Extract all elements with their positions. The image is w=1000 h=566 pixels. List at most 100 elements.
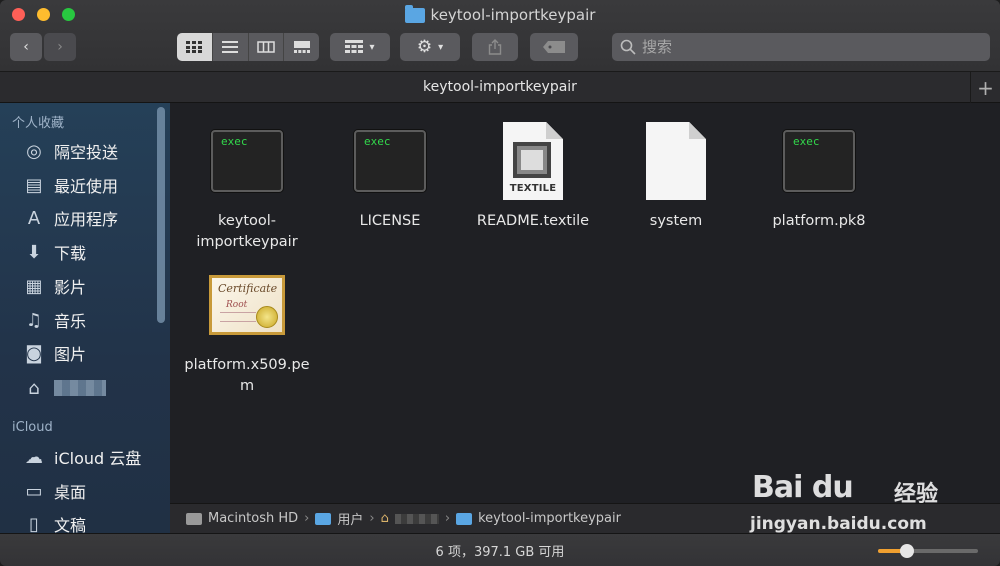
sidebar-item-pictures[interactable]: ◙ 图片	[22, 338, 158, 368]
file-name: system	[649, 213, 703, 229]
exec-file-icon: exec	[352, 121, 428, 201]
exec-file-icon: exec	[781, 121, 857, 201]
folder-icon	[456, 512, 473, 525]
plus-icon: +	[977, 75, 994, 100]
redacted-username[interactable]	[394, 513, 439, 524]
sidebar-item-icloud-drive[interactable]: ☁ iCloud 云盘	[22, 442, 158, 472]
sidebar-item-user-home[interactable]: ⌂	[22, 373, 158, 403]
sidebar-item-label: 图片	[54, 345, 87, 364]
watermark-cn: 经验	[894, 482, 939, 507]
movies-icon: ▦	[25, 275, 43, 297]
baidu-watermark: Bai du 经验 jingyan.baidu.com	[744, 462, 964, 542]
sidebar-item-downloads[interactable]: ⬇ 下载	[22, 237, 158, 267]
sidebar-item-label: 音乐	[54, 312, 87, 331]
gallery-view-button[interactable]	[284, 33, 319, 61]
exec-badge: exec	[221, 135, 248, 148]
chevron-down-icon: ▾	[369, 41, 375, 53]
textile-badge: TEXTILE	[509, 183, 557, 194]
documents-icon: ▯	[29, 513, 39, 534]
sidebar-item-label: 最近使用	[54, 177, 119, 196]
blank-document-icon	[638, 121, 714, 201]
status-summary: 6 项，397.1 GB 可用	[435, 544, 565, 560]
list-icon	[222, 41, 239, 53]
search-input[interactable]	[642, 38, 962, 56]
textile-document-icon: TEXTILE	[495, 121, 571, 201]
share-icon	[488, 39, 502, 55]
home-icon: ⌂	[380, 511, 389, 526]
chevron-down-icon: ▾	[438, 41, 444, 53]
path-item-current-folder[interactable]: keytool-importkeypair	[478, 511, 621, 526]
icon-size-slider[interactable]	[878, 544, 978, 558]
path-item-users[interactable]: 用户	[337, 509, 363, 528]
file-item[interactable]: exec keytool- importkeypair	[176, 121, 318, 253]
sidebar-item-recents[interactable]: ▤ 最近使用	[22, 170, 158, 200]
sidebar-item-label: 隔空投送	[54, 143, 119, 162]
certificate-subtitle: Root	[226, 300, 248, 310]
tag-icon	[543, 41, 565, 53]
file-item[interactable]: exec LICENSE	[319, 121, 461, 232]
path-separator: ›	[444, 511, 451, 526]
window-title-text: keytool-importkeypair	[430, 6, 596, 24]
columns-icon	[257, 41, 275, 53]
hard-drive-icon	[186, 512, 202, 525]
chevron-left-icon: ‹	[23, 39, 29, 55]
sidebar-item-desktop[interactable]: ▭ 桌面	[22, 476, 158, 506]
sidebar-item-movies[interactable]: ▦ 影片	[22, 271, 158, 301]
icloud-drive-icon: ☁	[25, 446, 43, 468]
file-item[interactable]: TEXTILE README.textile	[462, 121, 604, 232]
sidebar-item-applications[interactable]: A 应用程序	[22, 203, 158, 233]
pictures-icon: ◙	[25, 342, 43, 364]
certificate-icon: Certificate Root	[209, 265, 285, 345]
sidebar-item-airdrop[interactable]: ◎ 隔空投送	[22, 136, 158, 166]
list-view-button[interactable]	[213, 33, 249, 61]
tab-bar: keytool-importkeypair +	[0, 72, 1000, 103]
folder-icon	[404, 4, 425, 23]
file-name: README.textile	[476, 213, 590, 229]
file-item[interactable]: system	[605, 121, 747, 232]
sidebar-item-music[interactable]: ♫ 音乐	[22, 305, 158, 335]
file-item[interactable]: exec platform.pk8	[748, 121, 890, 232]
tab-keytool-importkeypair[interactable]: keytool-importkeypair	[423, 79, 577, 95]
exec-badge: exec	[793, 135, 820, 148]
sidebar-item-label: iCloud 云盘	[54, 449, 142, 468]
sidebar: 个人收藏 ◎ 隔空投送 ▤ 最近使用 A 应用程序 ⬇ 下载 ▦ 影片 ♫ 音乐…	[0, 103, 170, 533]
grid-icon	[186, 41, 203, 53]
seal-icon	[256, 306, 278, 328]
path-item-macintosh-hd[interactable]: Macintosh HD	[208, 511, 298, 526]
file-name: LICENSE	[359, 213, 421, 229]
sidebar-item-label: 下载	[54, 244, 87, 263]
file-name: platform.x509.pe m	[184, 357, 310, 394]
view-mode-group	[177, 33, 319, 61]
sidebar-item-label: 影片	[54, 278, 87, 297]
home-icon: ⌂	[28, 377, 40, 399]
sidebar-item-documents[interactable]: ▯ 文稿	[22, 509, 158, 534]
airdrop-icon: ◎	[26, 140, 42, 162]
sidebar-section-icloud: iCloud	[12, 420, 53, 435]
gear-icon: ⚙	[416, 37, 433, 57]
sidebar-scrollbar[interactable]	[157, 107, 165, 323]
recents-icon: ▤	[25, 174, 43, 196]
new-tab-button[interactable]: +	[970, 72, 1000, 103]
redacted-username	[54, 380, 106, 396]
watermark-url: jingyan.baidu.com	[750, 514, 927, 534]
search-field[interactable]	[612, 33, 990, 61]
tag-button[interactable]	[530, 33, 578, 61]
window-title: keytool-importkeypair	[0, 4, 1000, 26]
icon-view-button[interactable]	[177, 33, 213, 61]
file-item[interactable]: Certificate Root platform.x509.pe m	[176, 265, 318, 397]
music-icon: ♫	[25, 309, 43, 331]
arrange-button[interactable]: ▾	[330, 33, 390, 61]
exec-file-icon: exec	[209, 121, 285, 201]
column-view-button[interactable]	[249, 33, 285, 61]
slider-knob[interactable]	[899, 544, 914, 558]
action-button[interactable]: ⚙ ▾	[400, 33, 460, 61]
back-button[interactable]: ‹	[10, 33, 42, 61]
desktop-icon: ▭	[25, 480, 43, 502]
folder-icon	[315, 512, 332, 525]
share-button[interactable]	[472, 33, 518, 61]
gallery-icon	[293, 41, 310, 53]
file-name: platform.pk8	[772, 213, 866, 229]
forward-button[interactable]: ›	[44, 33, 76, 61]
path-separator: ›	[369, 511, 375, 526]
search-icon	[620, 39, 636, 55]
